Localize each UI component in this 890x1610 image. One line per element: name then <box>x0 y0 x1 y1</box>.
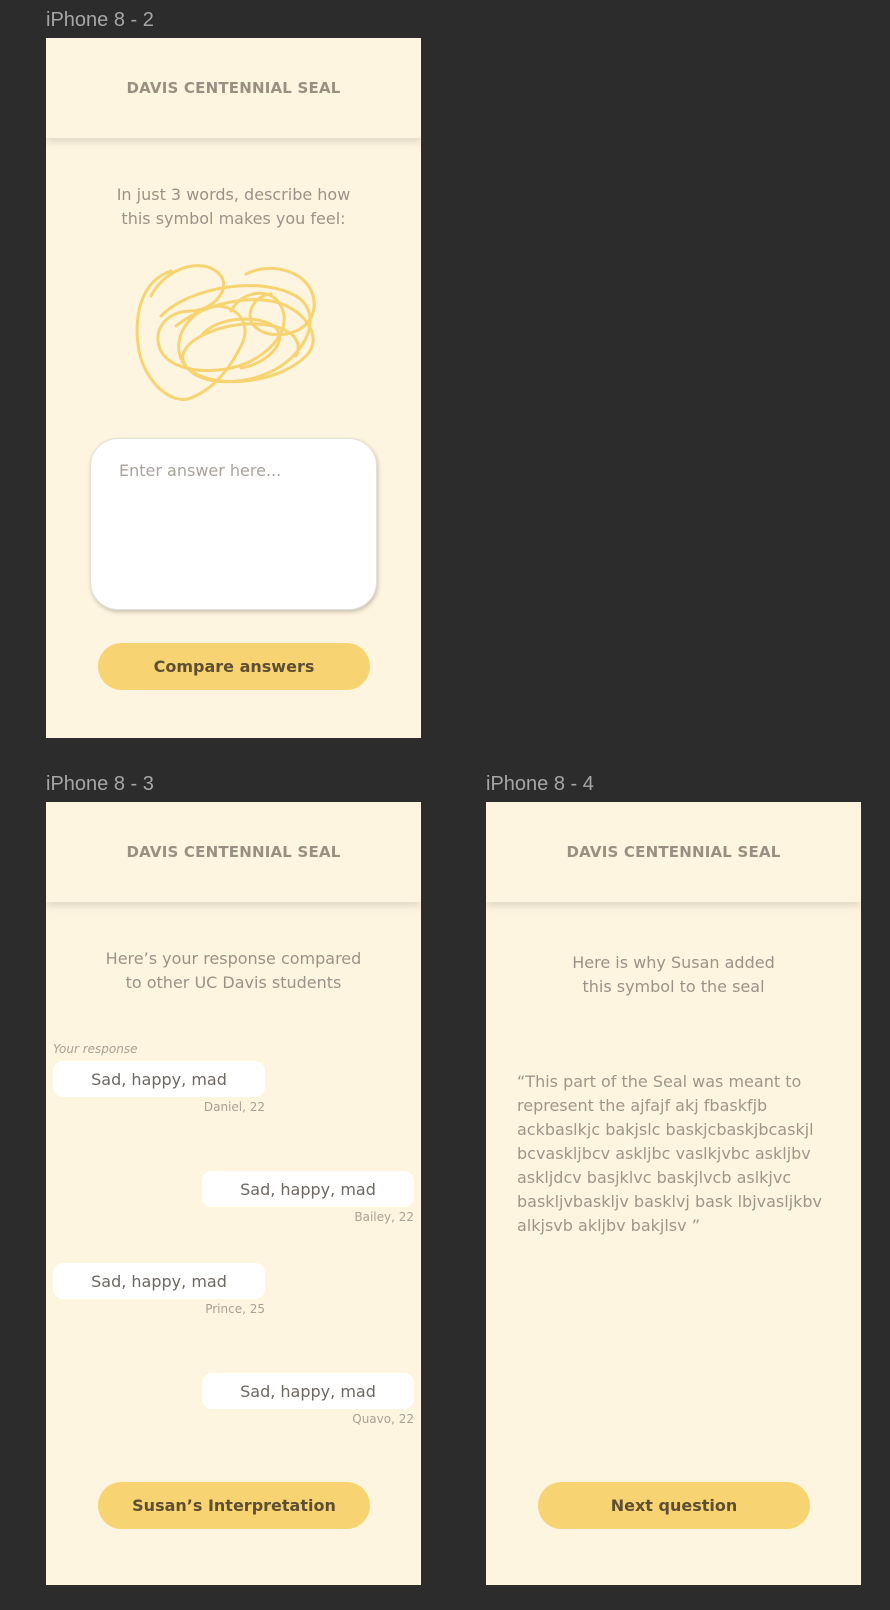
next-question-button[interactable]: Next question <box>538 1482 810 1529</box>
app-header: DAVIS CENTENNIAL SEAL <box>46 802 421 902</box>
prompt-line-1: In just 3 words, describe how <box>116 185 351 204</box>
comparison-prompt: Here’s your response compared to other U… <box>46 947 421 995</box>
response-author: Daniel, 22 <box>203 1100 265 1114</box>
header-title: DAVIS CENTENNIAL SEAL <box>126 79 341 97</box>
prompt-line-2: to other UC Davis students <box>125 973 342 992</box>
response-bubble: Sad, happy, mad <box>202 1373 414 1409</box>
frame-label-iphone-8-3: iPhone 8 - 3 <box>46 773 154 795</box>
prompt-line-1: Here’s your response compared <box>105 949 362 968</box>
screen-iphone-8-2: DAVIS CENTENNIAL SEAL In just 3 words, d… <box>46 38 421 738</box>
screen-iphone-8-4: DAVIS CENTENNIAL SEAL Here is why Susan … <box>486 802 861 1585</box>
prompt-line-2: this symbol makes you feel: <box>121 209 346 228</box>
response-bubble: Sad, happy, mad <box>53 1061 265 1097</box>
response-author: Bailey, 22 <box>354 1210 414 1224</box>
prompt-line-1: Here is why Susan added <box>572 953 775 972</box>
response-author: Prince, 25 <box>205 1302 265 1316</box>
response-bubble: Sad, happy, mad <box>202 1171 414 1207</box>
app-header: DAVIS CENTENNIAL SEAL <box>46 38 421 138</box>
your-response-label: Your response <box>53 1042 138 1056</box>
frame-label-iphone-8-4: iPhone 8 - 4 <box>486 773 594 795</box>
response-bubble: Sad, happy, mad <box>53 1263 265 1299</box>
answer-input[interactable]: Enter answer here... <box>90 438 377 610</box>
header-title: DAVIS CENTENNIAL SEAL <box>126 843 341 861</box>
scribble-symbol-icon <box>135 264 316 401</box>
prompt-line-2: this symbol to the seal <box>582 977 765 996</box>
app-header: DAVIS CENTENNIAL SEAL <box>486 802 861 902</box>
susan-quote: “This part of the Seal was meant to repr… <box>517 1072 823 1235</box>
susans-interpretation-button[interactable]: Susan’s Interpretation <box>98 1482 370 1529</box>
screen-iphone-8-3: DAVIS CENTENNIAL SEAL Here’s your respon… <box>46 802 421 1585</box>
response-author: Quavo, 22 <box>352 1412 414 1426</box>
compare-answers-button[interactable]: Compare answers <box>98 643 370 690</box>
interpretation-prompt: Here is why Susan added this symbol to t… <box>486 951 861 999</box>
frame-label-iphone-8-2: iPhone 8 - 2 <box>46 9 154 31</box>
question-prompt: In just 3 words, describe how this symbo… <box>46 183 421 231</box>
header-title: DAVIS CENTENNIAL SEAL <box>566 843 781 861</box>
